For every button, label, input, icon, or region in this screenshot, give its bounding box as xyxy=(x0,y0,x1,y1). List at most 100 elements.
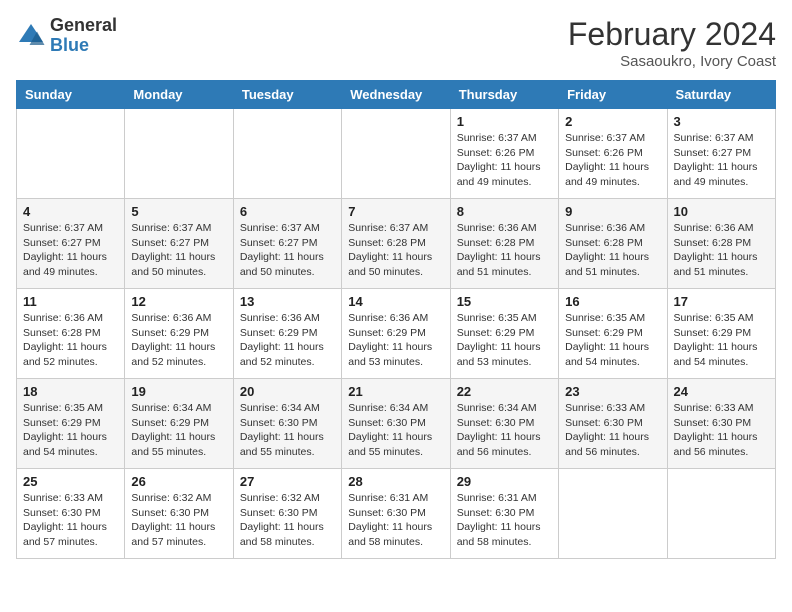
calendar-table: SundayMondayTuesdayWednesdayThursdayFrid… xyxy=(16,80,776,559)
calendar-week-4: 18 Sunrise: 6:35 AMSunset: 6:29 PMDayligh… xyxy=(17,379,776,469)
day-info: Sunrise: 6:37 AMSunset: 6:27 PMDaylight:… xyxy=(674,131,769,190)
calendar-cell: 3 Sunrise: 6:37 AMSunset: 6:27 PMDaylight… xyxy=(667,109,775,199)
day-number: 21 xyxy=(348,384,443,399)
day-header-monday: Monday xyxy=(125,81,233,109)
day-info: Sunrise: 6:33 AMSunset: 6:30 PMDaylight:… xyxy=(23,491,118,550)
calendar-cell xyxy=(342,109,450,199)
calendar-cell: 9 Sunrise: 6:36 AMSunset: 6:28 PMDaylight… xyxy=(559,199,667,289)
calendar-week-1: 1 Sunrise: 6:37 AMSunset: 6:26 PMDaylight… xyxy=(17,109,776,199)
calendar-week-3: 11 Sunrise: 6:36 AMSunset: 6:28 PMDayligh… xyxy=(17,289,776,379)
calendar-cell: 5Sunrise: 6:37 AMSunset: 6:27 PMDaylight… xyxy=(125,199,233,289)
day-info: Sunrise: 6:32 AMSunset: 6:30 PMDaylight:… xyxy=(131,491,226,550)
day-number: 24 xyxy=(674,384,769,399)
day-header-friday: Friday xyxy=(559,81,667,109)
logo-blue-text: Blue xyxy=(50,36,117,56)
day-header-saturday: Saturday xyxy=(667,81,775,109)
day-number: 7 xyxy=(348,204,443,219)
day-info: Sunrise: 6:36 AMSunset: 6:28 PMDaylight:… xyxy=(565,221,660,280)
day-header-wednesday: Wednesday xyxy=(342,81,450,109)
calendar-cell: 6 Sunrise: 6:37 AMSunset: 6:27 PMDaylight… xyxy=(233,199,341,289)
day-info: Sunrise: 6:34 AMSunset: 6:30 PMDaylight:… xyxy=(348,401,443,460)
calendar-cell: 26 Sunrise: 6:32 AMSunset: 6:30 PMDayligh… xyxy=(125,469,233,559)
calendar-cell: 2 Sunrise: 6:37 AMSunset: 6:26 PMDaylight… xyxy=(559,109,667,199)
calendar-cell: 4 Sunrise: 6:37 AMSunset: 6:27 PMDaylight… xyxy=(17,199,125,289)
day-info: Sunrise: 6:36 AMSunset: 6:29 PMDaylight:… xyxy=(240,311,335,370)
location-subtitle: Sasaoukro, Ivory Coast xyxy=(568,53,776,70)
calendar-cell: 13 Sunrise: 6:36 AMSunset: 6:29 PMDayligh… xyxy=(233,289,341,379)
day-info: Sunrise: 6:35 AMSunset: 6:29 PMDaylight:… xyxy=(457,311,552,370)
calendar-cell xyxy=(17,109,125,199)
calendar-cell: 27 Sunrise: 6:32 AMSunset: 6:30 PMDayligh… xyxy=(233,469,341,559)
day-header-thursday: Thursday xyxy=(450,81,558,109)
day-number: 26 xyxy=(131,474,226,489)
calendar-cell xyxy=(233,109,341,199)
day-info: Sunrise: 6:34 AMSunset: 6:29 PMDaylight:… xyxy=(131,401,226,460)
calendar-cell: 25 Sunrise: 6:33 AMSunset: 6:30 PMDayligh… xyxy=(17,469,125,559)
calendar-cell: 7 Sunrise: 6:37 AMSunset: 6:28 PMDaylight… xyxy=(342,199,450,289)
day-info: Sunrise: 6:35 AMSunset: 6:29 PMDaylight:… xyxy=(23,401,118,460)
day-number: 23 xyxy=(565,384,660,399)
day-info: Sunrise: 6:37 AMSunset: 6:26 PMDaylight:… xyxy=(565,131,660,190)
day-number: 25 xyxy=(23,474,118,489)
month-year-title: February 2024 xyxy=(568,16,776,53)
calendar-cell: 12Sunrise: 6:36 AMSunset: 6:29 PMDayligh… xyxy=(125,289,233,379)
day-number: 2 xyxy=(565,114,660,129)
day-info: Sunrise: 6:34 AMSunset: 6:30 PMDaylight:… xyxy=(240,401,335,460)
day-info: Sunrise: 6:31 AMSunset: 6:30 PMDaylight:… xyxy=(348,491,443,550)
day-info: Sunrise: 6:35 AMSunset: 6:29 PMDaylight:… xyxy=(565,311,660,370)
day-info: Sunrise: 6:35 AMSunset: 6:29 PMDaylight:… xyxy=(674,311,769,370)
day-number: 22 xyxy=(457,384,552,399)
day-info: Sunrise: 6:33 AMSunset: 6:30 PMDaylight:… xyxy=(565,401,660,460)
calendar-cell: 22 Sunrise: 6:34 AMSunset: 6:30 PMDayligh… xyxy=(450,379,558,469)
calendar-cell: 19 Sunrise: 6:34 AMSunset: 6:29 PMDayligh… xyxy=(125,379,233,469)
day-number: 20 xyxy=(240,384,335,399)
calendar-cell: 21 Sunrise: 6:34 AMSunset: 6:30 PMDayligh… xyxy=(342,379,450,469)
day-number: 1 xyxy=(457,114,552,129)
day-info: Sunrise: 6:37 AMSunset: 6:27 PMDaylight:… xyxy=(23,221,118,280)
calendar-cell: 16 Sunrise: 6:35 AMSunset: 6:29 PMDayligh… xyxy=(559,289,667,379)
day-info: Sunrise: 6:36 AMSunset: 6:28 PMDaylight:… xyxy=(23,311,118,370)
day-number: 19 xyxy=(131,384,226,399)
day-number: 8 xyxy=(457,204,552,219)
calendar-cell: 24 Sunrise: 6:33 AMSunset: 6:30 PMDayligh… xyxy=(667,379,775,469)
logo-general-text: General xyxy=(50,16,117,36)
calendar-cell: 15Sunrise: 6:35 AMSunset: 6:29 PMDayligh… xyxy=(450,289,558,379)
title-area: February 2024 Sasaoukro, Ivory Coast xyxy=(568,16,776,70)
day-info: Sunrise: 6:34 AMSunset: 6:30 PMDaylight:… xyxy=(457,401,552,460)
day-number: 16 xyxy=(565,294,660,309)
day-info: Sunrise: 6:37 AMSunset: 6:28 PMDaylight:… xyxy=(348,221,443,280)
day-info: Sunrise: 6:37 AMSunset: 6:26 PMDaylight:… xyxy=(457,131,552,190)
day-number: 4 xyxy=(23,204,118,219)
calendar-cell: 14Sunrise: 6:36 AMSunset: 6:29 PMDayligh… xyxy=(342,289,450,379)
day-header-sunday: Sunday xyxy=(17,81,125,109)
day-number: 18 xyxy=(23,384,118,399)
calendar-week-5: 25 Sunrise: 6:33 AMSunset: 6:30 PMDayligh… xyxy=(17,469,776,559)
day-number: 27 xyxy=(240,474,335,489)
calendar-week-2: 4 Sunrise: 6:37 AMSunset: 6:27 PMDaylight… xyxy=(17,199,776,289)
calendar-cell xyxy=(125,109,233,199)
day-number: 29 xyxy=(457,474,552,489)
day-number: 14 xyxy=(348,294,443,309)
day-info: Sunrise: 6:36 AMSunset: 6:28 PMDaylight:… xyxy=(674,221,769,280)
calendar-cell: 11 Sunrise: 6:36 AMSunset: 6:28 PMDayligh… xyxy=(17,289,125,379)
calendar-cell: 28 Sunrise: 6:31 AMSunset: 6:30 PMDayligh… xyxy=(342,469,450,559)
day-number: 13 xyxy=(240,294,335,309)
day-info: Sunrise: 6:33 AMSunset: 6:30 PMDaylight:… xyxy=(674,401,769,460)
day-number: 9 xyxy=(565,204,660,219)
calendar-cell: 18 Sunrise: 6:35 AMSunset: 6:29 PMDayligh… xyxy=(17,379,125,469)
day-number: 17 xyxy=(674,294,769,309)
day-info: Sunrise: 6:36 AMSunset: 6:28 PMDaylight:… xyxy=(457,221,552,280)
calendar-cell xyxy=(559,469,667,559)
day-info: Sunrise: 6:32 AMSunset: 6:30 PMDaylight:… xyxy=(240,491,335,550)
calendar-cell xyxy=(667,469,775,559)
day-info: Sunrise: 6:37 AMSunset: 6:27 PMDaylight:… xyxy=(240,221,335,280)
logo-icon xyxy=(16,21,46,51)
calendar-header-row: SundayMondayTuesdayWednesdayThursdayFrid… xyxy=(17,81,776,109)
day-number: 6 xyxy=(240,204,335,219)
day-number: 28 xyxy=(348,474,443,489)
day-number: 11 xyxy=(23,294,118,309)
calendar-cell: 23 Sunrise: 6:33 AMSunset: 6:30 PMDayligh… xyxy=(559,379,667,469)
day-number: 3 xyxy=(674,114,769,129)
calendar-cell: 1 Sunrise: 6:37 AMSunset: 6:26 PMDaylight… xyxy=(450,109,558,199)
calendar-cell: 10Sunrise: 6:36 AMSunset: 6:28 PMDayligh… xyxy=(667,199,775,289)
